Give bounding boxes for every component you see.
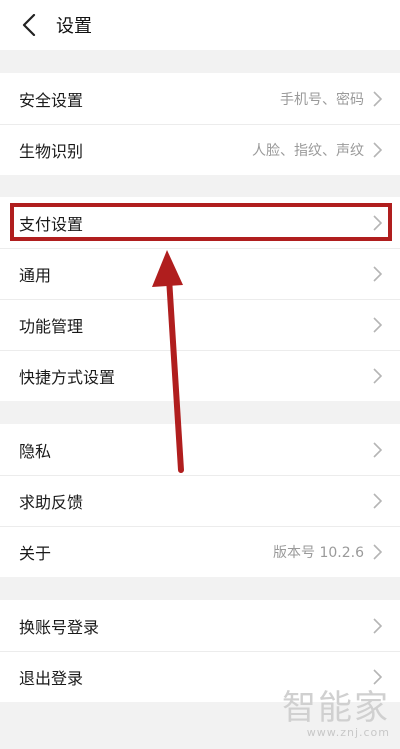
privacy-item[interactable]: 隐私 — [0, 424, 400, 475]
shortcut-settings-item[interactable]: 快捷方式设置 — [0, 350, 400, 401]
chevron-right-icon — [373, 441, 382, 458]
row-label: 快捷方式设置 — [19, 367, 116, 387]
security-settings-item[interactable]: 安全设置 手机号、密码 — [0, 73, 400, 124]
row-value: 手机号、密码 — [280, 91, 364, 108]
chevron-right-icon — [373, 492, 382, 509]
row-label: 求助反馈 — [19, 492, 84, 512]
row-value: 人脸、指纹、声纹 — [252, 142, 364, 159]
row-label: 支付设置 — [19, 214, 84, 234]
row-label: 功能管理 — [19, 316, 84, 336]
biometrics-item[interactable]: 生物识别 人脸、指纹、声纹 — [0, 124, 400, 175]
chevron-right-icon — [373, 316, 382, 333]
top-bar: 设置 — [0, 0, 400, 50]
settings-group-account: 安全设置 手机号、密码 生物识别 人脸、指纹、声纹 — [0, 73, 400, 175]
chevron-right-icon — [373, 543, 382, 560]
chevron-right-icon — [373, 214, 382, 231]
back-button[interactable] — [4, 0, 54, 50]
switch-account-item[interactable]: 换账号登录 — [0, 600, 400, 651]
watermark-logo: 智能家 — [282, 688, 390, 728]
chevron-right-icon — [373, 617, 382, 634]
row-label: 生物识别 — [19, 141, 84, 161]
settings-group-support: 隐私 求助反馈 关于 版本号 10.2.6 — [0, 424, 400, 577]
chevron-right-icon — [373, 90, 382, 107]
watermark: 智能家 www.znj.com — [282, 690, 390, 739]
settings-group-general: 支付设置 通用 功能管理 快捷方式设置 — [0, 197, 400, 401]
chevron-right-icon — [373, 265, 382, 282]
page-title: 设置 — [56, 16, 92, 37]
row-label: 退出登录 — [19, 668, 84, 688]
chevron-left-icon — [22, 14, 36, 36]
row-label: 换账号登录 — [19, 617, 100, 637]
general-item[interactable]: 通用 — [0, 248, 400, 299]
settings-group-session: 换账号登录 退出登录 — [0, 600, 400, 702]
row-label: 隐私 — [19, 441, 52, 461]
help-feedback-item[interactable]: 求助反馈 — [0, 475, 400, 526]
feature-management-item[interactable]: 功能管理 — [0, 299, 400, 350]
about-item[interactable]: 关于 版本号 10.2.6 — [0, 526, 400, 577]
chevron-right-icon — [373, 367, 382, 384]
row-label: 安全设置 — [19, 90, 84, 110]
chevron-right-icon — [373, 668, 382, 685]
row-label: 关于 — [19, 543, 52, 563]
payment-settings-item[interactable]: 支付设置 — [0, 197, 400, 248]
version-value: 版本号 10.2.6 — [273, 544, 364, 561]
chevron-right-icon — [373, 141, 382, 158]
row-label: 通用 — [19, 265, 52, 285]
